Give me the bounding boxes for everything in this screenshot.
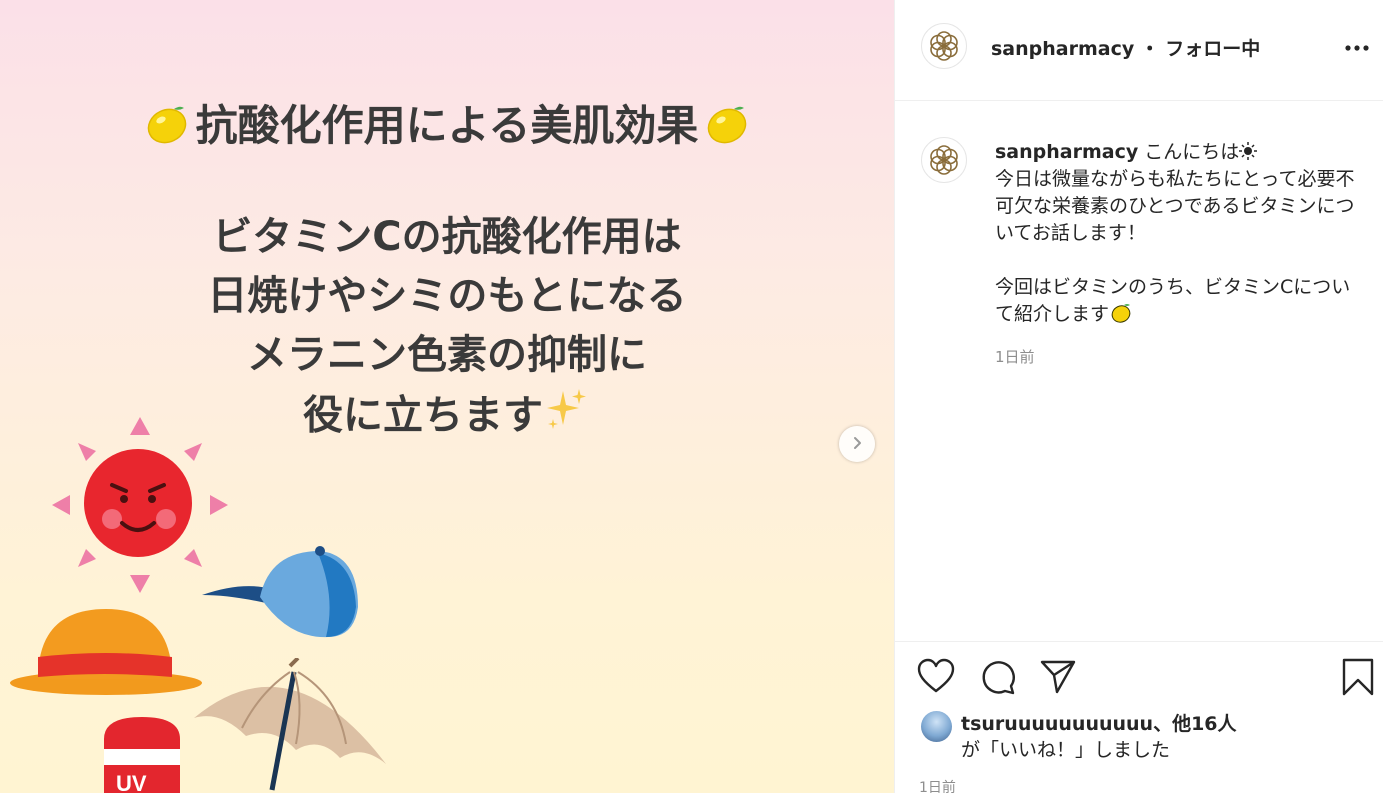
liker-avatar[interactable] (921, 711, 952, 742)
paper-plane-icon (1040, 660, 1076, 694)
bookmark-icon (1342, 658, 1374, 696)
sunscreen-illustration: UV (104, 717, 180, 793)
image-body-text: ビタミンCの抗酸化作用は 日焼けやシミのもとになる メラニン色素の抑制に 役に立… (0, 208, 894, 450)
caption-timestamp[interactable]: 1日前 (995, 346, 1035, 367)
post-media[interactable]: 抗酸化作用による美肌効果 ビタミンCの抗酸化作用は 日焼けやシミのもとになる メ… (0, 0, 894, 793)
image-body-line: ビタミンCの抗酸化作用は (212, 214, 682, 260)
avatar[interactable] (921, 23, 967, 69)
post-side-panel: sanpharmacy ・フォロー中 sanpharmacy こんにちは 今日は… (894, 0, 1383, 793)
next-image-button[interactable] (839, 426, 875, 462)
post-viewer: 抗酸化作用による美肌効果 ビタミンCの抗酸化作用は 日焼けやシミのもとになる メ… (0, 0, 1383, 793)
pharmacy-logo-icon (930, 145, 958, 175)
image-body-line: メラニン色素の抑制に (247, 332, 647, 378)
post-timestamp[interactable]: 1日前 (919, 777, 956, 793)
chevron-right-icon (850, 435, 864, 454)
like-button[interactable] (917, 658, 955, 696)
avatar[interactable] (921, 137, 967, 183)
header-user-line: sanpharmacy ・フォロー中 (991, 34, 1260, 61)
more-options-icon (1345, 45, 1369, 51)
lemon-icon (144, 101, 190, 157)
pharmacy-logo-icon (930, 31, 958, 61)
lemon-icon (704, 101, 750, 157)
parasol-illustration (194, 658, 386, 791)
more-options-button[interactable] (1343, 36, 1371, 60)
sparkles-icon (543, 385, 591, 450)
likes-suffix: が「いいね！」しました (961, 739, 1171, 761)
caption-text: sanpharmacy こんにちは 今日は微量ながらも私たちにとって必要不可欠な… (995, 139, 1365, 328)
heart-icon (917, 658, 955, 693)
header-username[interactable]: sanpharmacy (991, 38, 1134, 60)
save-button[interactable] (1339, 658, 1377, 696)
image-headline: 抗酸化作用による美肌効果 (0, 92, 894, 157)
cap-illustration (202, 546, 358, 638)
caption-paragraph: 今日は微量ながらも私たちにとって必要不可欠な栄養素のひとつであるビタミンについて… (995, 168, 1355, 244)
comment-button[interactable] (979, 658, 1017, 696)
caption-username[interactable]: sanpharmacy (995, 141, 1138, 163)
comment-icon (982, 661, 1015, 695)
header-separator: ・ (1140, 38, 1160, 60)
sun-icon (1239, 141, 1258, 163)
liker-username[interactable]: tsuruuuuuuuuuuu (961, 713, 1153, 735)
straw-hat-illustration (10, 609, 202, 695)
sunscreen-label: UV (116, 771, 147, 793)
likes-summary: tsuruuuuuuuuuuu、他16人 (961, 709, 1237, 736)
image-body-line: 日焼けやシミのもとになる (207, 273, 687, 319)
post-header: sanpharmacy ・フォロー中 (895, 0, 1383, 101)
caption-paragraph: 今回はビタミンのうち、ビタミンCについて紹介します (995, 276, 1351, 325)
caption-greeting: こんにちは (1144, 141, 1240, 163)
lemon-icon (1109, 303, 1133, 325)
post-actions: tsuruuuuuuuuuuu、他16人 が「いいね！」しました 1日前 (895, 641, 1383, 793)
follow-status-button[interactable]: フォロー中 (1165, 38, 1260, 60)
share-button[interactable] (1039, 658, 1077, 696)
likes-others[interactable]: 、他16人 (1153, 713, 1236, 735)
